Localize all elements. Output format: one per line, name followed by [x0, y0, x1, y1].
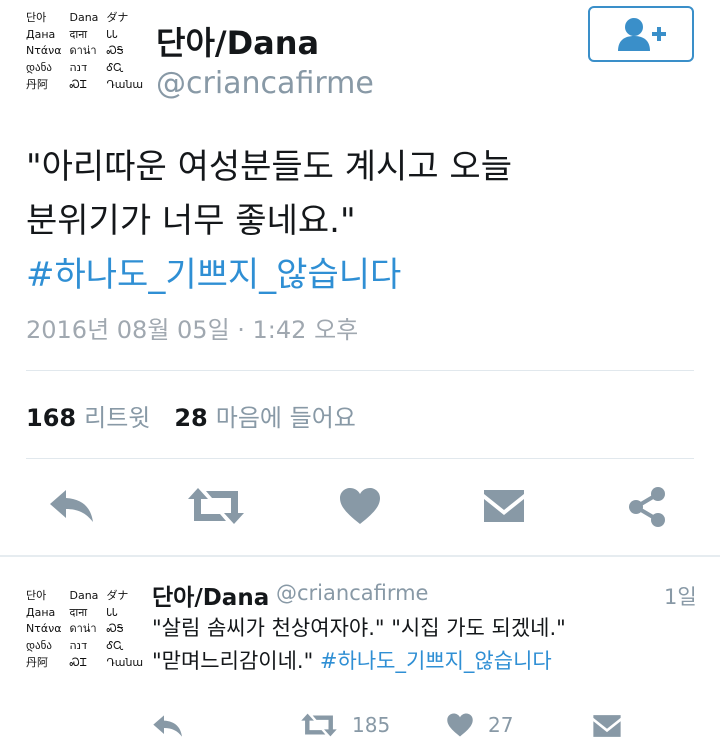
reply-text-line: "살림 솜씨가 천상여자야." "시집 가도 되겠네." [152, 616, 566, 640]
avatar-text: दाना [69, 27, 88, 41]
reply-user-handle[interactable]: @criancafirme [276, 581, 428, 605]
avatar-text: Դանա [106, 655, 144, 669]
tweet-text-line: 분위기가 너무 좋네요." [26, 201, 356, 241]
reply-dm-button[interactable] [592, 712, 622, 740]
reply-like-count: 27 [488, 713, 514, 737]
avatar-text: Дана [26, 27, 56, 41]
avatar-text: דנה [69, 60, 88, 74]
retweet-label[interactable]: 리트윗 [84, 398, 150, 433]
avatar-text: ᏍᎦ [106, 44, 124, 58]
like-count[interactable]: 28 [174, 404, 207, 432]
hashtag-link[interactable]: #하나도_기쁘지_않습니다 [320, 649, 552, 673]
section-divider [0, 555, 720, 557]
envelope-icon [484, 490, 524, 522]
retweet-button[interactable] [186, 484, 246, 528]
user-handle[interactable]: @criancafirme [156, 66, 374, 101]
reply-icon [50, 490, 93, 522]
avatar-text: Dana [69, 11, 99, 24]
avatar-text: Դանա [106, 77, 144, 91]
avatar-text: Dana [69, 589, 99, 602]
direct-message-button[interactable] [482, 486, 526, 526]
reply-like-button[interactable]: 27 [446, 712, 513, 738]
avatar-text: ᏍᏆ [69, 655, 87, 669]
share-button[interactable] [626, 486, 668, 528]
avatar-text: दाना [69, 605, 88, 619]
envelope-icon [593, 715, 621, 737]
avatar-text: ᏍᏆ [69, 77, 87, 91]
avatar-text: ᎴᏩ [106, 60, 124, 74]
like-label[interactable]: 마음에 들어요 [216, 398, 356, 433]
heart-icon [340, 488, 380, 524]
reply-retweet-count: 185 [352, 713, 391, 737]
divider [26, 370, 694, 371]
reply-age: 1일 [664, 585, 697, 609]
avatar-text: 단아 [26, 589, 47, 602]
add-user-icon [618, 18, 666, 51]
avatar-text: ᏍᎦ [106, 622, 124, 636]
heart-icon [447, 713, 473, 737]
user-name[interactable]: 단아/Dana [156, 18, 319, 64]
avatar-text: ダナ [106, 11, 129, 24]
reply-text: "살림 솜씨가 천상여자야." "시집 가도 되겠네." "맏며느리감이네." … [152, 612, 566, 678]
tweet-text: "아리따운 여성분들도 계시고 오늘 분위기가 너무 좋네요." #하나도_기쁘… [26, 140, 706, 302]
reply-reply-button[interactable] [152, 712, 184, 740]
divider [26, 458, 694, 459]
avatar-text: ดาน่า [69, 44, 97, 58]
retweet-icon [188, 488, 244, 524]
retweet-icon [301, 713, 337, 737]
reply-retweet-button[interactable]: 185 [300, 710, 390, 740]
avatar-text: Дана [26, 605, 56, 619]
reply-icon [153, 715, 182, 737]
avatar-text: ᏓᏓ [106, 27, 118, 41]
tweet-stats: 168 리트윗 28 마음에 들어요 [26, 398, 380, 433]
reply-text-line: "맏며느리감이네." [152, 649, 314, 673]
avatar-text: დანა [26, 60, 52, 74]
avatar-text: ᎴᏩ [106, 638, 124, 652]
avatar-text: 丹阿 [26, 77, 48, 91]
avatar-text: ダナ [106, 589, 129, 602]
avatar-text: ดาน่า [69, 622, 97, 636]
avatar-text: 丹阿 [26, 655, 48, 669]
retweet-count[interactable]: 168 [26, 404, 76, 432]
follow-button[interactable] [588, 6, 694, 62]
hashtag-link[interactable]: #하나도_기쁘지_않습니다 [26, 248, 706, 302]
reply-user-name[interactable]: 단아/Dana [152, 578, 269, 612]
avatar-text: ᏓᏓ [106, 605, 118, 619]
avatar-text: Ντάνα [26, 44, 62, 58]
avatar-text: דנה [69, 638, 88, 652]
reply-avatar[interactable]: 단아 Dana ダナ Дана दाना ᏓᏓ Ντάνα ดาน่า ᏍᎦ დანა דנה ᎴᏩ 丹… [26, 589, 144, 669]
tweet-timestamp[interactable]: 2016년 08월 05일 · 1:42 오후 [26, 310, 358, 345]
share-icon [629, 487, 665, 527]
avatar-text: Ντάνα [26, 622, 62, 636]
avatar-text: დანა [26, 638, 52, 652]
avatar[interactable]: 단아 Dana ダナ Дана दाना ᏓᏓ Ντάνα ดาน่า ᏍᎦ დანა דנה ᎴᏩ 丹… [26, 11, 144, 91]
like-button[interactable] [338, 486, 382, 526]
avatar-text: 단아 [26, 11, 47, 24]
tweet-text-line: "아리따운 여성분들도 계시고 오늘 [26, 147, 512, 187]
reply-button[interactable] [48, 486, 96, 526]
